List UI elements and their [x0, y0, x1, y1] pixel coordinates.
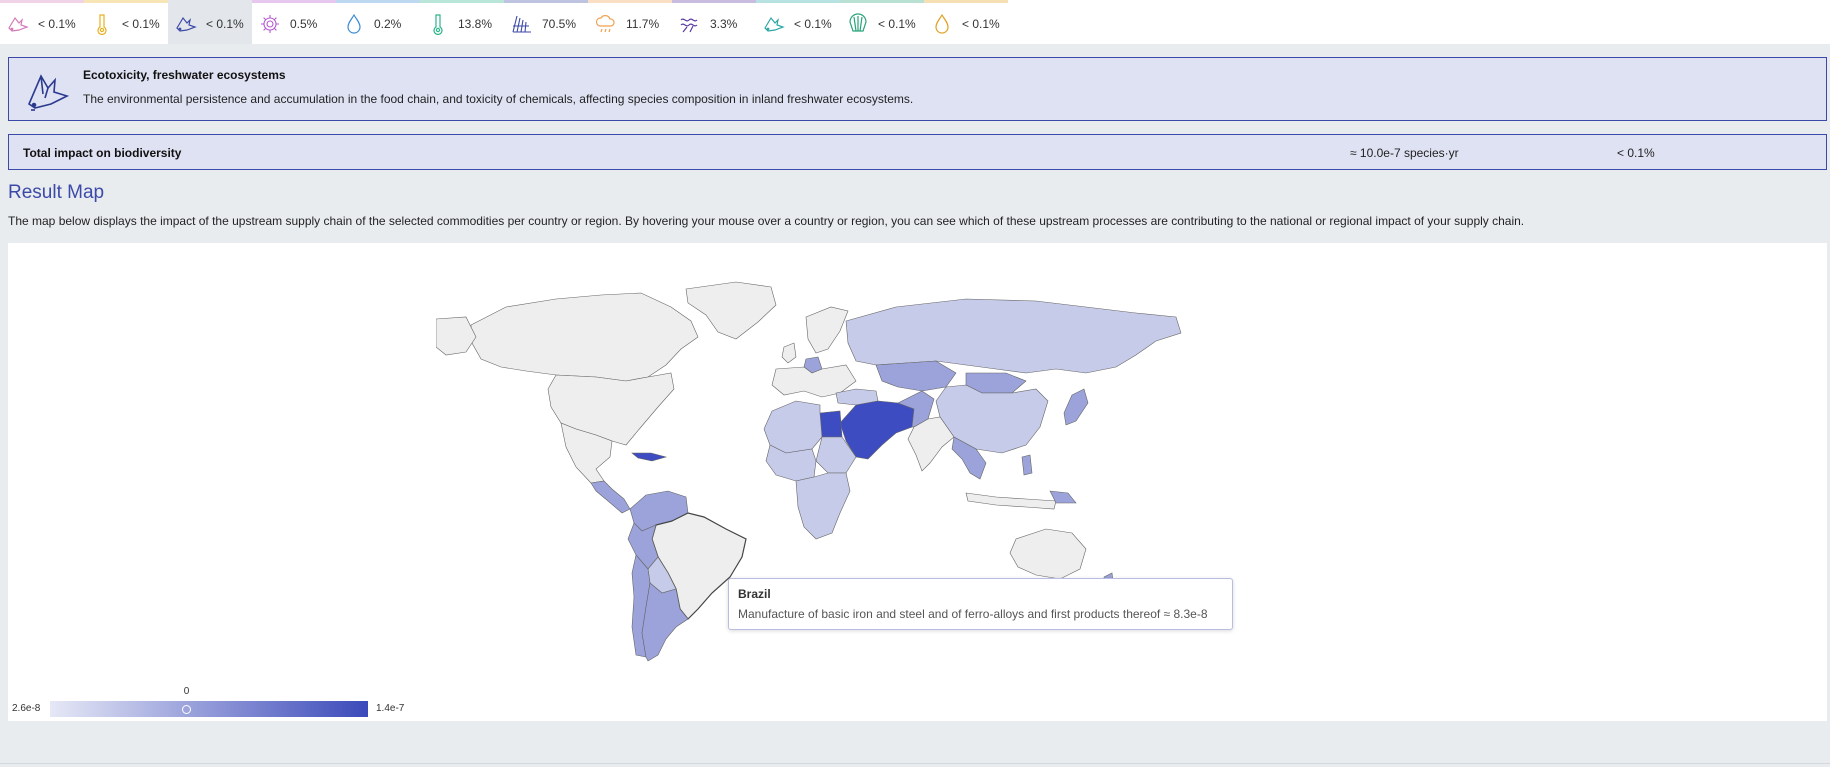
impact-tab-bar: < 0.1% < 0.1% < 0.1% 0.5% 0.2% 13.8% 70.… [0, 0, 1830, 44]
shell-icon [849, 12, 867, 32]
tab-value: < 0.1% [962, 16, 1000, 31]
country-australia[interactable] [1009, 528, 1087, 580]
tab-climate[interactable]: 13.8% [420, 0, 504, 44]
country-central-south-africa[interactable] [795, 472, 851, 540]
tab-climate-marine[interactable]: < 0.1% [84, 0, 168, 44]
tab-ocean-acidification[interactable]: < 0.1% [840, 0, 924, 44]
tab-value: 13.8% [458, 16, 493, 31]
droplet-icon [347, 13, 361, 34]
tab-value: < 0.1% [38, 16, 76, 31]
tooltip-text: Manufacture of basic iron and steel and … [738, 607, 1208, 621]
thermometer-icon [97, 13, 107, 35]
country-alaska[interactable] [436, 316, 477, 356]
country-canada[interactable] [470, 292, 699, 382]
fish-icon [28, 74, 70, 111]
country-cuba[interactable] [631, 452, 668, 462]
fish-icon [176, 16, 197, 32]
tab-value: < 0.1% [122, 16, 160, 31]
impact-category-title: Ecotoxicity, freshwater ecosystems [83, 68, 286, 82]
tab-acidification[interactable]: 11.7% [588, 0, 672, 44]
tab-value: < 0.1% [794, 16, 832, 31]
legend-min-label: 2.6e-8 [12, 703, 41, 714]
country-scandinavia[interactable] [805, 306, 849, 354]
tab-ecotoxicity-marine[interactable]: < 0.1% [0, 0, 84, 44]
total-impact-amount: ≈ 10.0e-7 species·yr [1350, 146, 1459, 160]
total-impact-percent: < 0.1% [1617, 146, 1655, 160]
country-uk[interactable] [781, 342, 797, 364]
country-central-america[interactable] [590, 480, 631, 514]
tab-value: 3.3% [710, 16, 738, 31]
tab-value: 0.2% [374, 16, 402, 31]
tab-value: 70.5% [542, 16, 577, 31]
tab-ecotoxicity-freshwater[interactable]: < 0.1% [168, 0, 252, 44]
country-japan[interactable] [1063, 388, 1089, 426]
result-map-title: Result Map [8, 182, 105, 203]
droplet-icon [935, 13, 949, 34]
legend-gradient-bar [50, 701, 368, 717]
country-russia[interactable] [845, 298, 1182, 374]
wave-icon [680, 18, 698, 32]
result-map-card: Brazil Manufacture of basic iron and ste… [8, 243, 1827, 721]
virus-icon [261, 14, 279, 33]
country-indonesia[interactable] [965, 492, 1057, 510]
page: < 0.1% < 0.1% < 0.1% 0.5% 0.2% 13.8% 70.… [0, 0, 1830, 767]
legend-marker-label: 0 [183, 686, 190, 697]
tab-ionizing[interactable]: 0.5% [252, 0, 336, 44]
fish-icon [8, 16, 29, 32]
impact-tab-strip: < 0.1% < 0.1% < 0.1% 0.5% 0.2% 13.8% 70.… [0, 0, 1008, 44]
tab-value: < 0.1% [206, 16, 244, 31]
legend-max-label: 1.4e-7 [376, 703, 405, 714]
impact-category-description: The environmental persistence and accumu… [83, 92, 914, 106]
country-greenland[interactable] [685, 281, 777, 340]
tab-water-stress[interactable]: < 0.1% [924, 0, 1008, 44]
country-north-africa[interactable] [763, 400, 823, 454]
country-egypt[interactable] [819, 410, 843, 438]
country-philippines[interactable] [1021, 454, 1033, 476]
total-impact-panel: Total impact on biodiversity ≈ 10.0e-7 s… [8, 134, 1827, 170]
tooltip-country: Brazil [738, 587, 771, 601]
cloud-rain-icon [595, 14, 615, 32]
tab-value: < 0.1% [878, 16, 916, 31]
result-map-description: The map below displays the impact of the… [8, 214, 1525, 228]
field-icon [512, 15, 531, 33]
tab-water-use[interactable]: 0.2% [336, 0, 420, 44]
fish-icon [764, 16, 785, 32]
tab-value: 0.5% [290, 16, 318, 31]
legend-marker[interactable] [181, 705, 191, 714]
impact-category-panel: Ecotoxicity, freshwater ecosystems The e… [8, 57, 1827, 121]
tab-eutrophication[interactable]: 3.3% [672, 0, 756, 44]
tab-land-use[interactable]: 70.5% [504, 0, 588, 44]
tab-value: 11.7% [626, 16, 660, 31]
total-impact-label: Total impact on biodiversity [23, 146, 182, 160]
tab-ecotoxicity-terrestrial[interactable]: < 0.1% [756, 0, 840, 44]
country-kazakhstan[interactable] [875, 360, 957, 392]
thermometer-icon [433, 13, 443, 35]
map-tooltip: Brazil Manufacture of basic iron and ste… [728, 578, 1233, 630]
footer-divider [0, 763, 1830, 764]
